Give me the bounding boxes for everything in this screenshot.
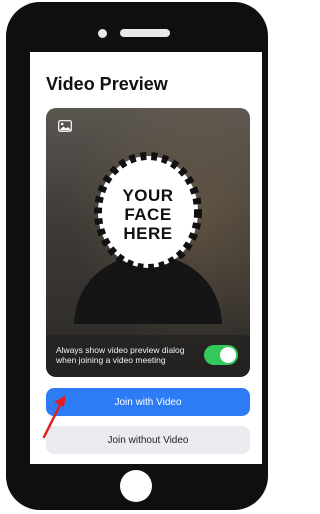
video-preview-card: YOUR FACE HERE Always show video preview… [46, 108, 250, 377]
placeholder-line-3: HERE [123, 224, 173, 243]
placeholder-line-2: FACE [124, 205, 172, 224]
join-without-video-button[interactable]: Join without Video [46, 426, 250, 454]
always-show-label: Always show video preview dialog when jo… [56, 345, 185, 365]
always-show-row: Always show video preview dialog when jo… [46, 335, 250, 377]
always-show-toggle[interactable] [204, 345, 238, 365]
placeholder-text: YOUR FACE HERE [98, 186, 198, 243]
image-icon[interactable] [58, 120, 72, 132]
toggle-knob [220, 347, 236, 363]
speaker-slot [120, 29, 170, 37]
home-button[interactable] [120, 470, 152, 502]
placeholder-line-1: YOUR [122, 186, 174, 205]
camera-dot [98, 29, 107, 38]
join-with-video-button[interactable]: Join with Video [46, 388, 250, 416]
red-arrow-annotation [42, 395, 66, 439]
page-title: Video Preview [46, 74, 168, 94]
